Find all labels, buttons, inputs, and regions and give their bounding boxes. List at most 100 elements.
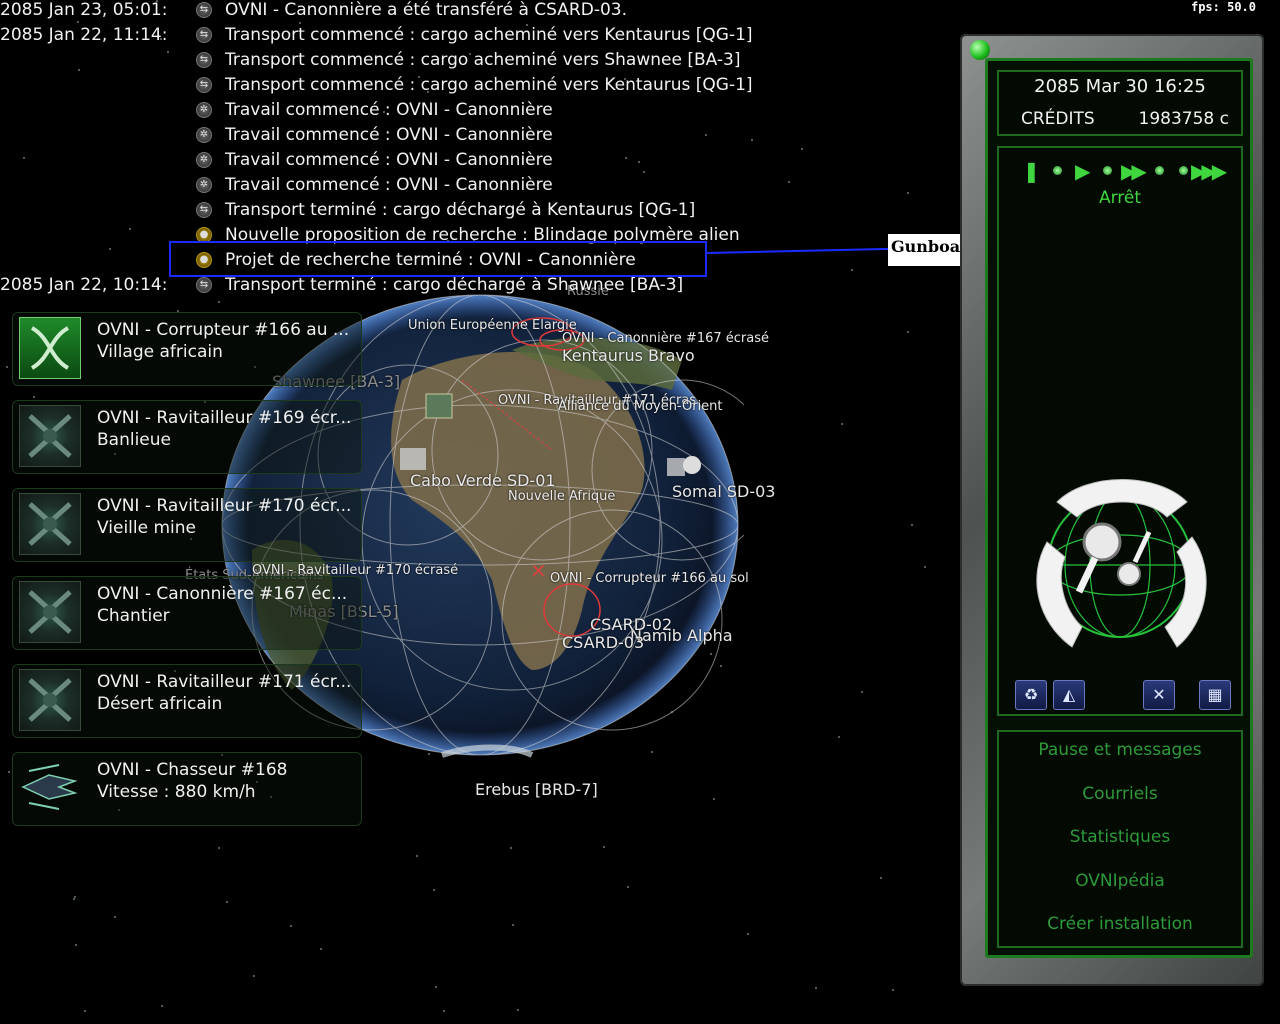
fighter-icon bbox=[19, 757, 81, 819]
log-entry[interactable]: ⇆ Transport commencé : cargo acheminé ver… bbox=[0, 48, 800, 73]
log-entry[interactable]: ⇆ Transport commencé : cargo acheminé ver… bbox=[0, 73, 800, 98]
menu-item[interactable]: Pause et messages bbox=[999, 740, 1241, 760]
ufo-title: OVNI - Corrupteur #166 au ... bbox=[97, 320, 350, 340]
star bbox=[851, 269, 853, 271]
log-entry[interactable]: ⇆ Transport terminé : cargo déchargé à Ke… bbox=[0, 198, 800, 223]
star bbox=[892, 989, 894, 991]
fastest-forward-icon[interactable]: ▶▶▶ bbox=[1191, 158, 1227, 184]
star bbox=[6, 366, 8, 368]
log-text: Travail commencé : OVNI - Canonnière bbox=[225, 100, 553, 120]
star bbox=[815, 987, 817, 989]
gear-icon: ✲ bbox=[196, 152, 212, 168]
star bbox=[218, 847, 220, 849]
star bbox=[512, 924, 514, 926]
credits-value: 1983758 c bbox=[1138, 109, 1229, 129]
clock-box: 2085 Mar 30 16:25 CRÉDITS 1983758 c bbox=[997, 70, 1243, 136]
star bbox=[416, 855, 418, 857]
menu-item[interactable]: Courriels bbox=[999, 784, 1241, 804]
globe-label-csard-02: CSARD-02 bbox=[590, 615, 673, 634]
log-text: Transport commencé : cargo acheminé vers… bbox=[225, 50, 741, 70]
globe-label-union: Union Européenne Elargie bbox=[408, 318, 577, 333]
overview-grid-button[interactable]: ▦ bbox=[1199, 680, 1231, 710]
star bbox=[161, 1005, 163, 1007]
log-entry[interactable]: ✲ Travail commencé : OVNI - Canonnière bbox=[0, 173, 800, 198]
log-entry[interactable]: ✲ Travail commencé : OVNI - Canonnière bbox=[0, 98, 800, 123]
speed-dot-1[interactable] bbox=[1053, 166, 1062, 175]
research-tool-button[interactable]: ♻ bbox=[1015, 680, 1047, 710]
ufo-title: OVNI - Ravitailleur #170 écr... bbox=[97, 496, 352, 516]
star bbox=[841, 423, 843, 425]
star bbox=[627, 886, 629, 888]
radar-tool-button[interactable]: ◭ bbox=[1053, 680, 1085, 710]
fps-counter: fps: 50.0 bbox=[1190, 0, 1256, 14]
transfer-icon: ⇆ bbox=[196, 2, 212, 18]
transfer-icon: ⇆ bbox=[196, 77, 212, 93]
ufo-list-item[interactable]: OVNI - Canonnière #167 éc... Chantier bbox=[12, 576, 362, 650]
speed-dot-4[interactable] bbox=[1179, 166, 1188, 175]
menu-item[interactable]: OVNIpédia bbox=[999, 871, 1241, 891]
star bbox=[290, 925, 292, 927]
star bbox=[603, 846, 605, 848]
star bbox=[861, 691, 863, 693]
log-entry[interactable]: 2085 Jan 23, 05:01: ⇆ OVNI - Canonnière a … bbox=[0, 0, 800, 23]
log-text: Transport terminé : cargo déchargé à Ken… bbox=[225, 200, 696, 220]
menu-item[interactable]: Statistiques bbox=[999, 827, 1241, 847]
star bbox=[75, 944, 77, 946]
transfer-icon: ⇆ bbox=[196, 202, 212, 218]
log-text: Transport commencé : cargo acheminé vers… bbox=[225, 75, 753, 95]
ufo-list-item[interactable]: OVNI - Corrupteur #166 au ... Village afr… bbox=[12, 312, 362, 386]
ufo-subtitle: Désert africain bbox=[97, 694, 223, 714]
credits-label: CRÉDITS bbox=[1021, 109, 1095, 129]
time-status: Arrêt bbox=[1098, 188, 1142, 208]
main-menu: Pause et messages Courriels Statistiques OV… bbox=[997, 730, 1243, 948]
star bbox=[114, 916, 116, 918]
star bbox=[924, 566, 926, 568]
transfer-icon: ⇆ bbox=[196, 277, 212, 293]
globe-label-erebus: Erebus [BRD-7] bbox=[475, 780, 598, 799]
transfer-icon: ⇆ bbox=[196, 27, 212, 43]
ufo-list-item[interactable]: OVNI - Chasseur #168 Vitesse : 880 km/h bbox=[12, 752, 362, 826]
ufo-crash-icon bbox=[19, 581, 81, 643]
ufo-crash-icon bbox=[19, 669, 81, 731]
log-text: Travail commencé : OVNI - Canonnière bbox=[225, 125, 553, 145]
log-date: 2085 Jan 23, 05:01: bbox=[0, 0, 168, 20]
star bbox=[435, 986, 437, 988]
globe-label-nouvelle-afrique: Nouvelle Afrique bbox=[508, 489, 616, 504]
star bbox=[880, 877, 882, 879]
log-text: Travail commencé : OVNI - Canonnière bbox=[225, 175, 553, 195]
play-icon[interactable]: ▶ bbox=[1075, 158, 1091, 184]
geoscape-emblem-icon bbox=[1036, 479, 1207, 648]
pause-icon[interactable]: ❚ bbox=[1023, 158, 1042, 184]
fast-forward-icon[interactable]: ▶▶ bbox=[1121, 158, 1147, 184]
log-entry[interactable]: ✲ Travail commencé : OVNI - Canonnière bbox=[0, 148, 800, 173]
menu-item[interactable]: Créer installation bbox=[999, 914, 1241, 934]
game-datetime: 2085 Mar 30 16:25 bbox=[1034, 76, 1206, 97]
globe-label-alliance: Alliance du Moyen-Orient bbox=[558, 399, 723, 414]
star bbox=[33, 396, 35, 398]
ufo-list-item[interactable]: OVNI - Ravitailleur #169 écr... Banlieue bbox=[12, 400, 362, 474]
star bbox=[801, 148, 803, 150]
star bbox=[747, 933, 749, 935]
star bbox=[433, 889, 435, 891]
log-entry[interactable]: ✲ Travail commencé : OVNI - Canonnière bbox=[0, 123, 800, 148]
star bbox=[320, 948, 322, 950]
transfer-icon: ⇆ bbox=[196, 52, 212, 68]
dna-icon bbox=[19, 317, 81, 379]
star bbox=[253, 975, 255, 977]
globe-label-somal: Somal SD-03 bbox=[672, 482, 776, 501]
ufo-subtitle: Banlieue bbox=[97, 430, 171, 450]
ufo-subtitle: Village africain bbox=[97, 342, 223, 362]
star bbox=[838, 736, 840, 738]
star bbox=[713, 798, 715, 800]
ufo-subtitle: Vieille mine bbox=[97, 518, 196, 538]
xvi-map-button[interactable]: ✕ bbox=[1143, 680, 1175, 710]
ufo-title: OVNI - Chasseur #168 bbox=[97, 760, 288, 780]
ufo-title: OVNI - Ravitailleur #171 écr... bbox=[97, 672, 352, 692]
speed-dot-3[interactable] bbox=[1155, 166, 1164, 175]
star bbox=[517, 1009, 519, 1011]
log-entry[interactable]: 2085 Jan 22, 11:14: ⇆ Transport commencé :… bbox=[0, 23, 800, 48]
speed-dot-2[interactable] bbox=[1103, 166, 1112, 175]
ufo-list-item[interactable]: OVNI - Ravitailleur #171 écr... Désert af… bbox=[12, 664, 362, 738]
star bbox=[907, 331, 909, 333]
ufo-list-item[interactable]: OVNI - Ravitailleur #170 écr... Vieille m… bbox=[12, 488, 362, 562]
